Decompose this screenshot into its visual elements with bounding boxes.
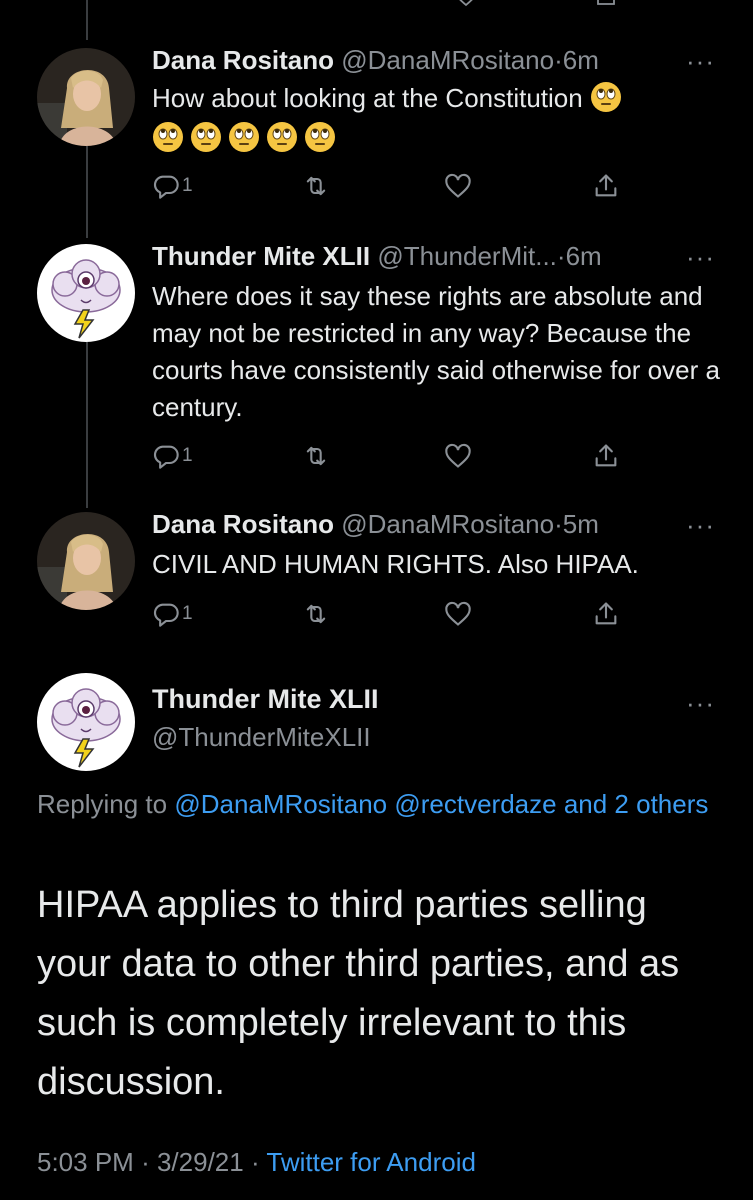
replying-prefix: Replying to — [37, 789, 168, 819]
tweet-actions: 1 — [152, 170, 632, 206]
tweet-date[interactable]: 3/29/21 — [157, 1147, 244, 1177]
display-name[interactable]: Dana Rositano — [152, 45, 334, 75]
retweet-icon — [306, 604, 326, 624]
emoji-row — [152, 121, 336, 153]
tweet-text: Where does it say these rights are absol… — [152, 281, 720, 422]
share-button[interactable] — [592, 598, 620, 630]
tweet[interactable]: Dana Rositano @DanaMRositano·6m ··· How … — [0, 0, 753, 238]
share-icon — [595, 602, 617, 625]
retweet-icon — [306, 446, 326, 466]
user-avatar[interactable] — [37, 673, 135, 771]
like-button[interactable] — [444, 440, 472, 472]
tweet[interactable]: Thunder Mite XLII @ThunderMit...·6m ··· … — [0, 238, 753, 506]
like-icon — [445, 173, 471, 198]
user-handle[interactable]: @ThunderMit... — [377, 241, 557, 271]
tweet-text: CIVIL AND HUMAN RIGHTS. Also HIPAA. — [152, 549, 639, 579]
more-options-icon[interactable]: ··· — [686, 510, 715, 541]
more-options-icon[interactable]: ··· — [686, 242, 715, 273]
tweet-actions: 1 — [152, 440, 632, 476]
reply-icon — [153, 445, 179, 469]
reply-count: 1 — [182, 603, 193, 624]
tweet-source-link[interactable]: Twitter for Android — [266, 1147, 476, 1177]
separator-dot: · — [556, 241, 566, 271]
reply-button[interactable]: 1 — [152, 598, 193, 630]
like-button[interactable] — [444, 598, 472, 630]
like-icon — [445, 601, 471, 626]
tweet-time[interactable]: 6m — [566, 241, 602, 271]
reply-count: 1 — [182, 445, 193, 466]
woman-photo-avatar — [37, 512, 135, 610]
tweet-text: How about looking at the Constitution — [152, 80, 723, 154]
eye-roll-emoji-icon — [153, 122, 183, 153]
tweet-actions: 1 — [152, 598, 632, 634]
display-name[interactable]: Dana Rositano — [152, 509, 334, 539]
tweet-time[interactable]: 6m — [563, 45, 599, 75]
user-avatar[interactable] — [37, 512, 135, 610]
main-tweet-text: HIPAA applies to third parties selling y… — [37, 884, 680, 1103]
share-button[interactable] — [592, 170, 620, 202]
reply-count: 1 — [182, 175, 193, 196]
share-button[interactable] — [592, 440, 620, 472]
user-handle[interactable]: @DanaMRositano — [341, 509, 554, 539]
more-options-icon[interactable]: ··· — [686, 688, 715, 719]
user-handle[interactable]: @DanaMRositano — [341, 45, 554, 75]
user-avatar[interactable] — [37, 244, 135, 342]
share-icon — [595, 444, 617, 467]
display-name[interactable]: Thunder Mite XLII — [152, 684, 379, 715]
user-handle[interactable]: @ThunderMiteXLII — [152, 722, 371, 753]
tweet-timestamp-footer: 5:03 PM · 3/29/21 · Twitter for Android — [37, 1147, 476, 1178]
tweet-time[interactable]: 5:03 PM — [37, 1147, 134, 1177]
separator-dot: · — [250, 1147, 260, 1177]
retweet-icon — [306, 176, 326, 196]
eye-roll-emoji-icon — [305, 122, 335, 153]
eye-roll-emoji-icon — [590, 82, 621, 112]
display-name[interactable]: Thunder Mite XLII — [152, 241, 370, 271]
reply-icon — [153, 175, 179, 199]
replying-to: Replying to @DanaMRositano @rectverdaze … — [37, 784, 723, 824]
tweet-header: Dana Rositano @DanaMRositano·6m — [152, 44, 693, 76]
more-options-icon[interactable]: ··· — [686, 46, 715, 77]
reply-button[interactable]: 1 — [152, 440, 193, 472]
like-button[interactable] — [444, 170, 472, 202]
separator-dot: · — [141, 1147, 150, 1177]
cloud-lightning-avatar — [37, 244, 135, 342]
reply-icon — [153, 603, 179, 627]
woman-photo-avatar — [37, 48, 135, 146]
cloud-lightning-avatar — [37, 673, 135, 771]
retweet-button[interactable] — [302, 170, 330, 202]
tweet-text-content: How about looking at the Constitution — [152, 83, 583, 113]
retweet-button[interactable] — [302, 440, 330, 472]
eye-roll-emoji-icon — [229, 122, 259, 153]
retweet-button[interactable] — [302, 598, 330, 630]
tweet-header: Thunder Mite XLII @ThunderMit...·6m — [152, 240, 693, 272]
reply-button[interactable]: 1 — [152, 170, 193, 202]
replying-mentions-link[interactable]: @DanaMRositano @rectverdaze and 2 others — [174, 789, 708, 819]
tweet-time[interactable]: 5m — [563, 509, 599, 539]
eye-roll-emoji-icon — [191, 122, 221, 153]
eye-roll-emoji-icon — [267, 122, 297, 153]
separator-dot: · — [554, 509, 563, 539]
like-icon — [445, 443, 471, 468]
share-icon — [595, 174, 617, 197]
separator-dot: · — [554, 45, 563, 75]
tweet-header: Dana Rositano @DanaMRositano·5m — [152, 508, 693, 540]
tweet[interactable]: Dana Rositano @DanaMRositano·5m ··· CIVI… — [0, 506, 753, 656]
user-avatar[interactable] — [37, 48, 135, 146]
tweet-thread: Dana Rositano @DanaMRositano·6m ··· How … — [0, 0, 753, 1200]
